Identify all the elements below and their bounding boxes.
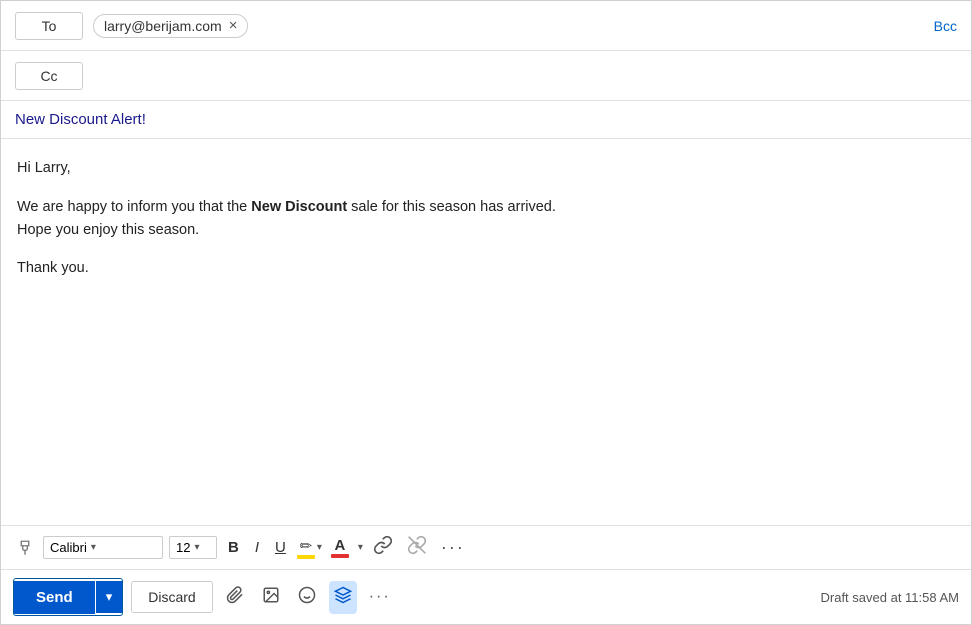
- cc-label[interactable]: Cc: [15, 62, 83, 90]
- highlight-color-bar: [297, 555, 315, 559]
- remove-link-button[interactable]: [403, 533, 431, 562]
- recipient-chip: larry@berijam.com ×: [93, 14, 248, 38]
- send-options-button[interactable]: ▾: [96, 581, 123, 613]
- font-selector[interactable]: Calibri ▾: [43, 536, 163, 559]
- cc-row: Cc: [1, 51, 971, 101]
- send-divider: [95, 579, 96, 615]
- format-toolbar: Calibri ▾ 12 ▾ B I U ✏ ▾ A ▾: [1, 525, 971, 569]
- remove-recipient-button[interactable]: ×: [229, 18, 238, 33]
- to-label[interactable]: To: [15, 12, 83, 40]
- attach-file-button[interactable]: [221, 581, 249, 614]
- body-greeting: Hi Larry,: [17, 157, 955, 180]
- more-actions-button[interactable]: ···: [365, 586, 395, 608]
- insert-image-button[interactable]: [257, 581, 285, 614]
- body-paragraph1: We are happy to inform you that the New …: [17, 196, 955, 242]
- to-row: To larry@berijam.com × Bcc: [1, 1, 971, 51]
- insert-link-button[interactable]: [369, 533, 397, 562]
- insert-emoji-button[interactable]: [293, 581, 321, 614]
- font-size-dropdown-icon: ▾: [194, 542, 199, 553]
- font-size-selector[interactable]: 12 ▾: [169, 536, 217, 559]
- more-format-options-button[interactable]: ···: [437, 535, 469, 560]
- signature-button[interactable]: [329, 581, 357, 614]
- recipient-email: larry@berijam.com: [104, 18, 222, 34]
- subject-text[interactable]: New Discount Alert!: [15, 111, 146, 128]
- font-color-dropdown-icon[interactable]: ▾: [358, 542, 363, 553]
- font-color-button[interactable]: A: [328, 535, 352, 560]
- draft-status: Draft saved at 11:58 AM: [821, 590, 960, 605]
- send-button[interactable]: Send: [14, 581, 95, 614]
- font-color-bar: [331, 554, 349, 558]
- body-p1-bold: New Discount: [251, 199, 347, 215]
- action-bar: Send ▾ Discard: [1, 569, 971, 624]
- highlight-color-button[interactable]: ✏ ▾: [297, 537, 322, 559]
- font-dropdown-icon: ▾: [91, 542, 96, 553]
- font-color-a-icon: A: [334, 537, 345, 554]
- format-painter-icon[interactable]: [13, 536, 37, 560]
- discard-button[interactable]: Discard: [131, 581, 212, 613]
- email-body[interactable]: Hi Larry, We are happy to inform you tha…: [1, 139, 971, 525]
- body-p1-pre: We are happy to inform you that the: [17, 199, 251, 215]
- body-p1-post: sale for this season has arrived.: [347, 199, 556, 215]
- send-button-group: Send ▾: [13, 578, 123, 616]
- bcc-link[interactable]: Bcc: [934, 18, 957, 34]
- subject-row: New Discount Alert!: [1, 101, 971, 139]
- font-size-value: 12: [176, 540, 190, 555]
- body-paragraph2: Hope you enjoy this season.: [17, 222, 199, 238]
- highlight-dropdown-icon[interactable]: ▾: [317, 542, 322, 553]
- bold-button[interactable]: B: [223, 537, 244, 558]
- italic-button[interactable]: I: [250, 537, 264, 558]
- font-name-value: Calibri: [50, 540, 87, 555]
- body-closing: Thank you.: [17, 257, 955, 280]
- underline-button[interactable]: U: [270, 537, 291, 558]
- compose-window: To larry@berijam.com × Bcc Cc New Discou…: [0, 0, 972, 625]
